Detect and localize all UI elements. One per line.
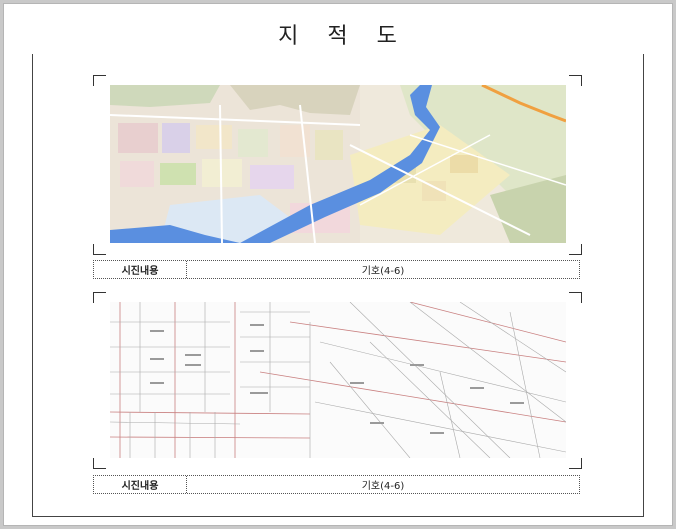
crop-mark [569, 458, 582, 469]
cadastral-map-graphic [110, 302, 566, 458]
caption-value: 기호(4-6) [361, 266, 405, 277]
caption-label: 시진내용 [94, 476, 187, 493]
caption-value: 기호(4-6) [361, 481, 405, 492]
crop-mark [569, 244, 582, 255]
crop-mark [569, 75, 582, 86]
crop-mark [93, 244, 106, 255]
aerial-map-image [110, 85, 566, 243]
caption-label: 시진내용 [94, 261, 187, 278]
cadastral-map-image [110, 302, 566, 458]
crop-mark [93, 75, 106, 86]
aerial-map-graphic [110, 85, 566, 243]
crop-mark [93, 458, 106, 469]
crop-mark [93, 292, 106, 303]
document-page: 지 적 도 시진내용 기호(4-6) 시진내용 기호(4-6) [3, 3, 673, 526]
crop-mark [569, 292, 582, 303]
photo-caption: 시진내용 기호(4-6) [93, 475, 580, 494]
page-title: 지 적 도 [278, 24, 398, 49]
photo-caption: 시진내용 기호(4-6) [93, 260, 580, 279]
